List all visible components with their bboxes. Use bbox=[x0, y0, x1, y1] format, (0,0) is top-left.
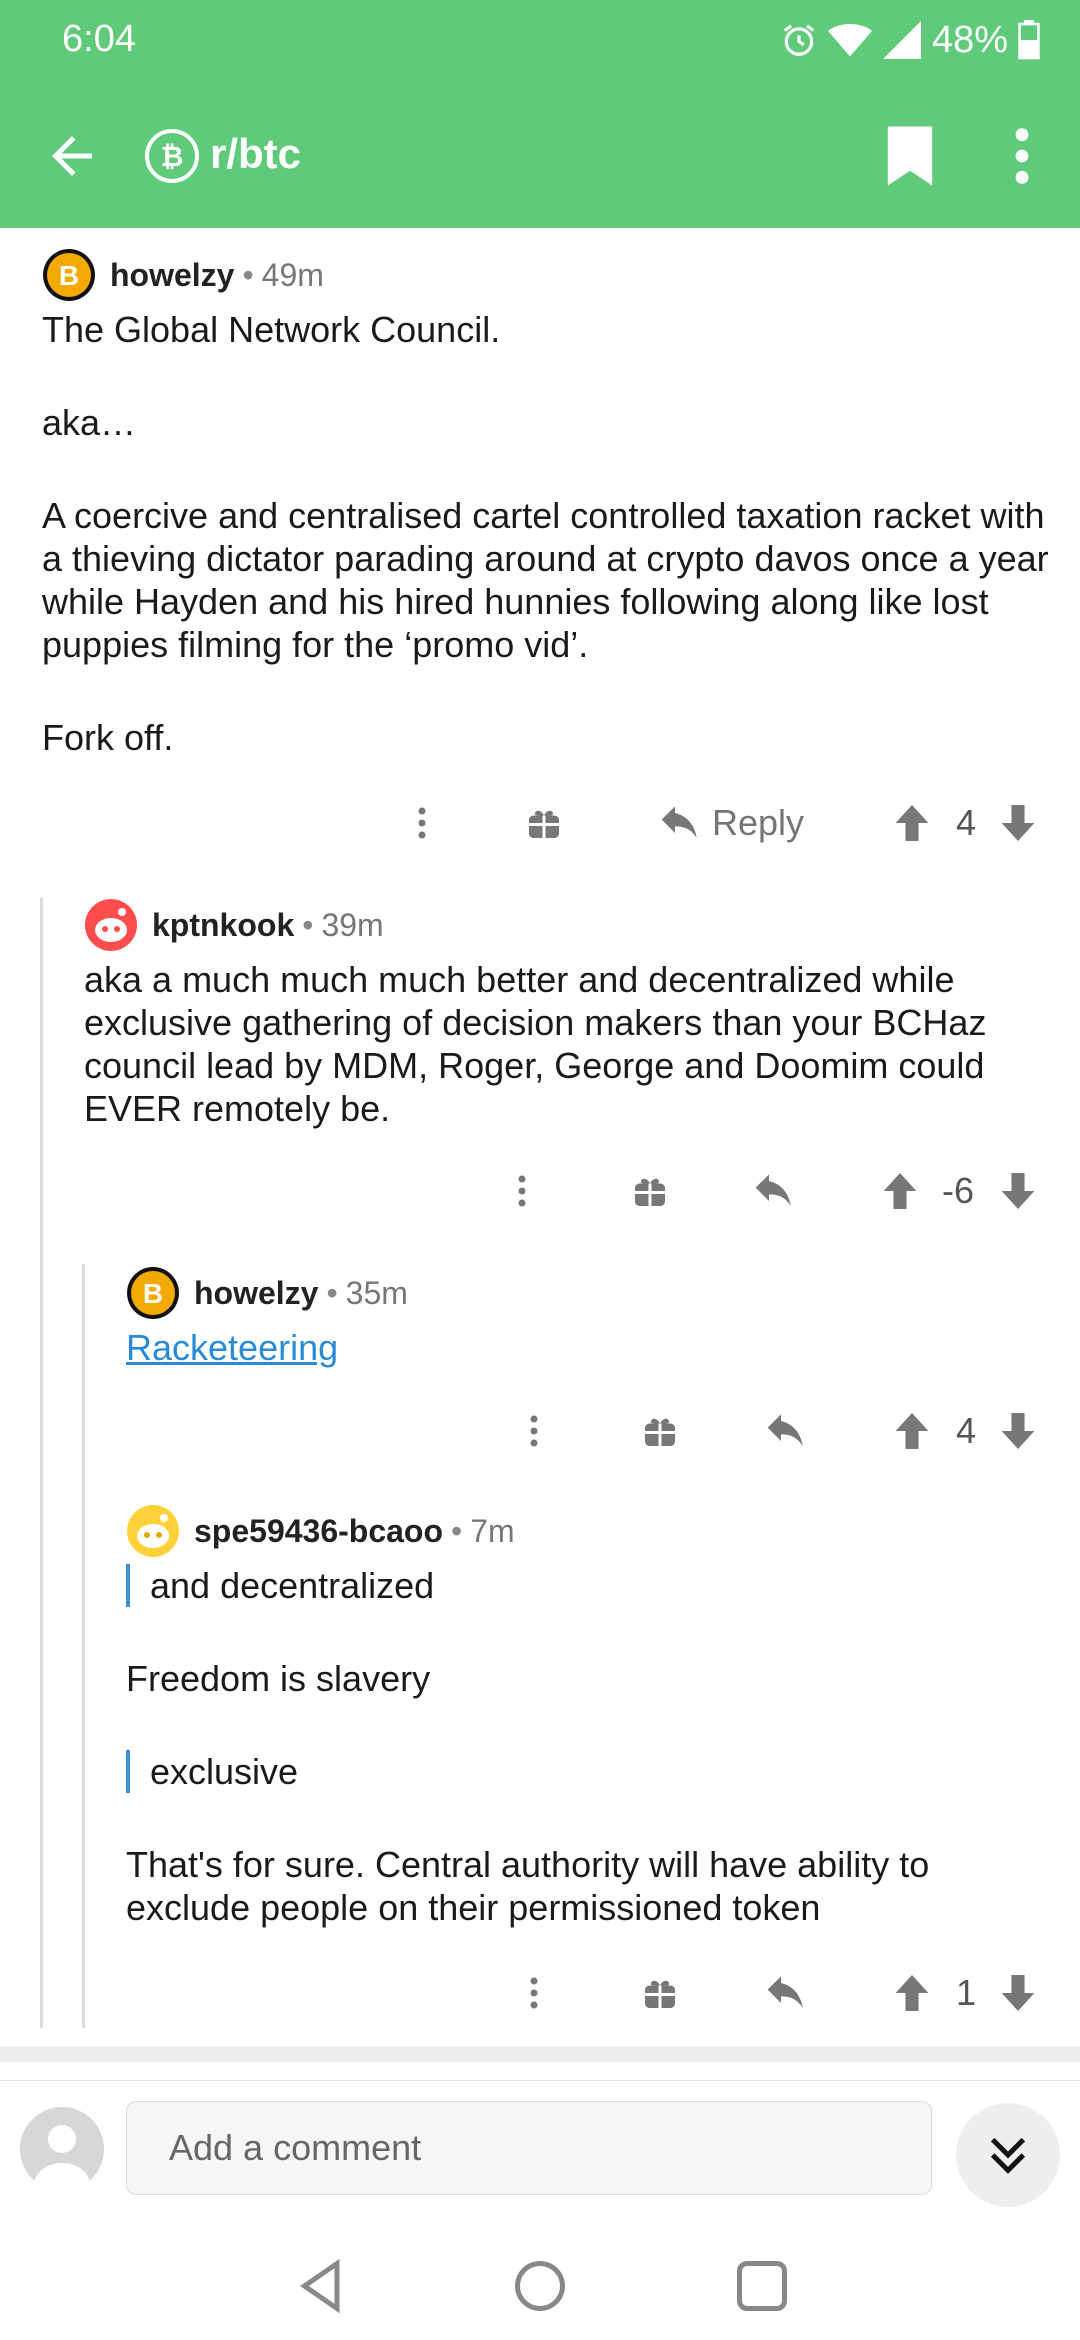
user-avatar[interactable] bbox=[20, 2107, 104, 2191]
comment-text: aka a much much much better and decentra… bbox=[84, 959, 987, 1129]
separator-dot: • bbox=[242, 256, 254, 293]
comment-body: Racketeering bbox=[126, 1326, 1046, 1369]
battery-icon bbox=[1018, 20, 1040, 60]
bitcoin-icon: ₿ bbox=[145, 129, 199, 183]
more-options-icon[interactable] bbox=[514, 1396, 554, 1466]
gift-icon[interactable] bbox=[640, 1958, 680, 2028]
status-time: 6:04 bbox=[62, 18, 136, 60]
downvote-arrow-icon[interactable] bbox=[996, 1396, 1040, 1466]
upvote-arrow-icon[interactable] bbox=[890, 788, 934, 858]
reply-icon bbox=[661, 806, 697, 838]
reply-icon[interactable] bbox=[764, 1958, 808, 2028]
battery-percent: 48% bbox=[931, 18, 1008, 61]
comment-text: That's for sure. Central authority will … bbox=[126, 1844, 930, 1928]
comment-quote: exclusive bbox=[126, 1750, 1046, 1793]
comment-header: kptnkook • 39m bbox=[84, 896, 1044, 954]
comment: B howelzy • 49m The Global Network Counc… bbox=[42, 246, 1062, 759]
reply-icon[interactable] bbox=[764, 1396, 808, 1466]
separator-dot: • bbox=[451, 1512, 463, 1549]
upvote-arrow-icon[interactable] bbox=[878, 1156, 922, 1226]
comment-body: The Global Network Council. aka… A coerc… bbox=[42, 308, 1062, 759]
comment-quote: and decentralized bbox=[126, 1564, 1046, 1607]
upvote-arrow-icon[interactable] bbox=[890, 1396, 934, 1466]
comment-actions: 4 bbox=[0, 1396, 1080, 1466]
comment-header: B howelzy • 49m bbox=[42, 246, 1062, 304]
vote-score: 4 bbox=[955, 802, 977, 843]
status-icons: 48% bbox=[780, 16, 1040, 64]
comment-actions: 1 bbox=[0, 1958, 1080, 2028]
bookmark-icon[interactable] bbox=[880, 124, 940, 188]
comment-age: 49m bbox=[261, 256, 324, 293]
section-divider bbox=[0, 2046, 1080, 2062]
downvote-arrow-icon[interactable] bbox=[996, 1156, 1040, 1226]
more-options-icon[interactable] bbox=[502, 1156, 542, 1226]
svg-text:B: B bbox=[143, 1278, 163, 1309]
comment-text: Fork off. bbox=[42, 717, 174, 758]
comment-body: aka a much much much better and decentra… bbox=[84, 958, 1044, 1130]
separator-dot: • bbox=[326, 1274, 338, 1311]
downvote-arrow-icon[interactable] bbox=[996, 788, 1040, 858]
avatar[interactable] bbox=[126, 1504, 180, 1558]
gift-icon[interactable] bbox=[640, 1396, 680, 1466]
more-options-icon[interactable] bbox=[402, 788, 442, 858]
vote-score: -6 bbox=[941, 1170, 974, 1211]
comment-author[interactable]: howelzy bbox=[194, 1275, 318, 1312]
comment-body: and decentralized Freedom is slavery exc… bbox=[126, 1564, 1046, 1929]
add-comment-input[interactable]: Add a comment bbox=[126, 2101, 932, 2195]
comment: kptnkook • 39m aka a much much much bett… bbox=[84, 896, 1044, 1130]
system-nav-bar bbox=[0, 2220, 1080, 2340]
more-options-icon[interactable] bbox=[514, 1958, 554, 2028]
nav-recents-icon[interactable] bbox=[732, 2256, 792, 2316]
comment-text: The Global Network Council. bbox=[42, 309, 501, 350]
signal-icon bbox=[882, 21, 921, 59]
person-icon bbox=[34, 2125, 90, 2191]
comment-composer-bar: Add a comment bbox=[0, 2080, 1080, 2221]
downvote-arrow-icon[interactable] bbox=[996, 1958, 1040, 2028]
comment-header: B howelzy • 35m bbox=[126, 1264, 1046, 1322]
upvote-arrow-icon[interactable] bbox=[890, 1958, 934, 2028]
back-arrow-icon[interactable] bbox=[42, 126, 102, 186]
subreddit-title[interactable]: r/btc bbox=[210, 130, 301, 178]
reply-label: Reply bbox=[711, 802, 805, 843]
comment-header: spe59436-bcaoo • 7m bbox=[126, 1502, 1046, 1560]
vote-score: 1 bbox=[955, 1972, 977, 2013]
comment-age: 39m bbox=[321, 906, 384, 943]
avatar[interactable]: B bbox=[42, 248, 96, 302]
double-chevron-down-icon[interactable] bbox=[956, 2103, 1060, 2207]
separator-dot: • bbox=[302, 906, 314, 943]
comment-age: 7m bbox=[470, 1512, 515, 1549]
vote-score: 4 bbox=[955, 1410, 977, 1451]
comment-age: 35m bbox=[345, 1274, 408, 1311]
comment-text: aka… bbox=[42, 402, 137, 443]
comment: spe59436-bcaoo • 7m and decentralized Fr… bbox=[126, 1502, 1046, 1929]
nav-back-icon[interactable] bbox=[292, 2256, 352, 2316]
wifi-icon bbox=[827, 23, 872, 57]
comment-link[interactable]: Racketeering bbox=[126, 1327, 338, 1368]
toolbar: ₿ r/btc bbox=[0, 100, 1080, 210]
reply-icon[interactable] bbox=[752, 1156, 796, 1226]
avatar[interactable] bbox=[84, 898, 138, 952]
comment-author[interactable]: kptnkook bbox=[152, 907, 294, 944]
avatar[interactable]: B bbox=[126, 1266, 180, 1320]
comment-actions: -6 bbox=[0, 1156, 1080, 1226]
more-vert-icon[interactable] bbox=[1000, 124, 1044, 188]
reply-button[interactable]: Reply bbox=[652, 788, 812, 858]
alarm-icon bbox=[783, 24, 815, 56]
svg-text:B: B bbox=[59, 260, 79, 291]
comment-author[interactable]: howelzy bbox=[110, 257, 234, 294]
thread-line[interactable] bbox=[82, 1264, 85, 2028]
comment: B howelzy • 35m Racketeering bbox=[126, 1264, 1046, 1369]
comment-actions: Reply 4 bbox=[0, 788, 1080, 858]
comment-text: Freedom is slavery bbox=[126, 1658, 431, 1699]
nav-home-icon[interactable] bbox=[510, 2256, 570, 2316]
comment-author[interactable]: spe59436-bcaoo bbox=[194, 1513, 443, 1550]
comment-text: A coercive and centralised cartel contro… bbox=[42, 495, 1049, 665]
status-bar: 6:04 48% bbox=[0, 0, 1080, 80]
svg-text:₿: ₿ bbox=[161, 141, 184, 172]
gift-icon[interactable] bbox=[526, 788, 562, 858]
app-bar: 6:04 48% ₿ r/btc bbox=[0, 0, 1080, 228]
gift-icon[interactable] bbox=[630, 1156, 670, 1226]
